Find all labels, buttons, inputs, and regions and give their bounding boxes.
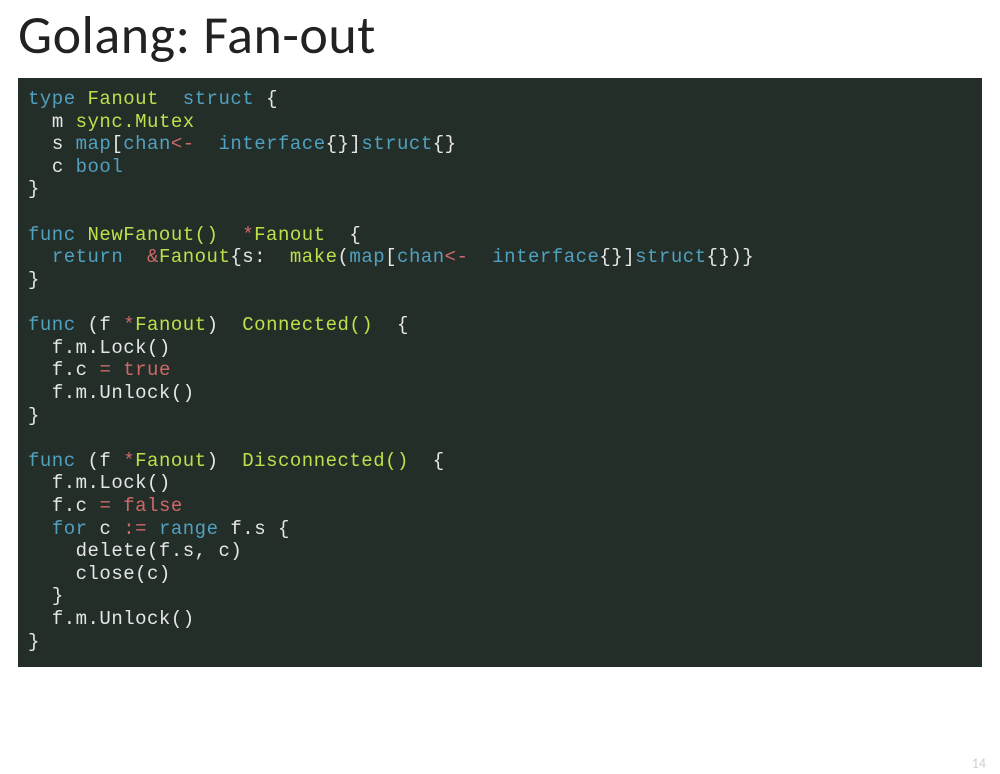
code-token: bool: [76, 156, 124, 178]
code-token: {}]: [326, 133, 362, 155]
code-token: s: [52, 133, 64, 155]
code-token: func: [28, 224, 76, 246]
code-token: }: [28, 405, 40, 427]
code-token: (: [338, 246, 350, 268]
code-token: range: [159, 518, 219, 540]
code-token: close(c): [76, 563, 171, 585]
code-token: :=: [123, 518, 147, 540]
code-token: false: [123, 495, 183, 517]
code-token: f.s: [230, 518, 266, 540]
slide-title: Golang: Fan-out: [0, 0, 1000, 78]
code-token: f.m.Lock(): [52, 472, 171, 494]
code-token: return: [52, 246, 123, 268]
code-token: (f: [88, 450, 112, 472]
code-token: interface: [218, 133, 325, 155]
code-token: }: [28, 178, 40, 200]
code-token: *: [242, 224, 254, 246]
code-token: map: [76, 133, 112, 155]
code-token: {: [349, 224, 361, 246]
code-token: }: [28, 631, 40, 653]
code-token: &: [147, 246, 159, 268]
code-token: Fanout: [135, 450, 206, 472]
code-token: f.m.Unlock(): [52, 382, 195, 404]
code-token: NewFanout(): [88, 224, 219, 246]
code-token: }: [52, 585, 64, 607]
code-token: {s:: [230, 246, 266, 268]
code-token: func: [28, 450, 76, 472]
code-token: m: [52, 111, 64, 133]
code-token: f.c: [52, 359, 88, 381]
code-token: c): [218, 540, 242, 562]
code-token: Connected(): [242, 314, 373, 336]
code-token: ): [207, 450, 219, 472]
code-token: {}]: [599, 246, 635, 268]
code-token: {}: [433, 133, 457, 155]
page-number: 14: [972, 755, 986, 772]
code-token: delete(f.s,: [76, 540, 207, 562]
code-token: struct: [361, 133, 432, 155]
code-token: {: [433, 450, 445, 472]
code-token: chan: [397, 246, 445, 268]
code-token: Fanout: [135, 314, 206, 336]
code-token: [: [385, 246, 397, 268]
code-token: struct: [635, 246, 706, 268]
code-block: type Fanout struct { m sync.Mutex s map[…: [18, 78, 982, 667]
code-token: *: [123, 314, 135, 336]
code-token: func: [28, 314, 76, 336]
code-token: c: [99, 518, 111, 540]
code-token: struct: [183, 88, 254, 110]
code-token: <-: [445, 246, 469, 268]
code-token: =: [99, 359, 111, 381]
slide: Golang: Fan-out type Fanout struct { m s…: [0, 0, 1000, 774]
code-token: interface: [492, 246, 599, 268]
code-token: ): [207, 314, 219, 336]
code-token: (f: [88, 314, 112, 336]
code-token: [: [111, 133, 123, 155]
code-token: f.m.Unlock(): [52, 608, 195, 630]
code-token: Disconnected(): [242, 450, 409, 472]
code-token: sync.Mutex: [76, 111, 195, 133]
code-token: Fanout: [254, 224, 325, 246]
code-token: {})}: [707, 246, 755, 268]
code-token: <-: [171, 133, 195, 155]
code-token: c: [52, 156, 64, 178]
code-token: {: [266, 88, 278, 110]
code-token: =: [99, 495, 111, 517]
code-token: f.m.Lock(): [52, 337, 171, 359]
code-token: *: [123, 450, 135, 472]
code-token: true: [123, 359, 171, 381]
code-token: for: [52, 518, 88, 540]
code-token: chan: [123, 133, 171, 155]
code-token: type: [28, 88, 76, 110]
code-token: {: [397, 314, 409, 336]
code-token: }: [28, 269, 40, 291]
code-token: Fanout: [88, 88, 159, 110]
code-token: f.c: [52, 495, 88, 517]
code-token: make: [290, 246, 338, 268]
code-token: map: [349, 246, 385, 268]
code-token: Fanout: [159, 246, 230, 268]
code-token: {: [278, 518, 290, 540]
